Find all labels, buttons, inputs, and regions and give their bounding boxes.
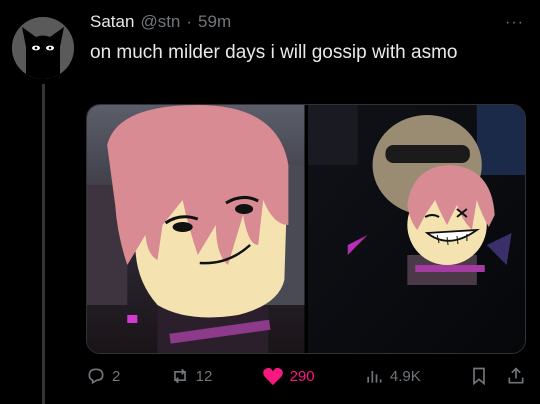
bookmark-button[interactable] xyxy=(470,366,488,386)
cat-avatar-icon xyxy=(12,17,74,79)
media-photo-2[interactable] xyxy=(307,105,525,353)
share-button[interactable] xyxy=(506,366,526,386)
like-count: 290 xyxy=(289,367,315,385)
bookmark-icon xyxy=(473,367,485,386)
reply-count: 2 xyxy=(112,367,121,385)
edited-selfie-image xyxy=(87,105,305,353)
media-photo-1[interactable] xyxy=(87,105,305,353)
thread-line xyxy=(42,84,45,404)
heart-filled-icon xyxy=(262,367,283,386)
repost-icon xyxy=(173,368,186,384)
views-button[interactable]: 4.9K xyxy=(364,366,421,386)
analytics-icon xyxy=(367,371,382,383)
right-actions xyxy=(470,366,526,386)
like-button[interactable]: 290 xyxy=(262,366,315,386)
action-bar: 2 12 290 4.9K xyxy=(86,362,526,390)
author-name[interactable]: Satan xyxy=(90,12,134,32)
tweet-header: Satan @stn · 59m xyxy=(90,12,231,36)
reply-icon xyxy=(88,368,104,385)
tweet-text: on much milder days i will gossip with a… xyxy=(90,42,458,63)
avatar[interactable] xyxy=(12,17,74,79)
tweet[interactable]: Satan @stn · 59m ··· on much milder days… xyxy=(0,0,540,404)
edited-selfie-image xyxy=(307,105,525,353)
author-handle[interactable]: @stn xyxy=(140,12,180,32)
more-options-icon[interactable]: ··· xyxy=(505,14,524,32)
reply-button[interactable]: 2 xyxy=(86,366,120,386)
media-grid xyxy=(86,104,526,354)
repost-button[interactable]: 12 xyxy=(170,366,213,386)
separator-dot: · xyxy=(186,12,193,31)
repost-count: 12 xyxy=(195,367,213,385)
timestamp[interactable]: 59m xyxy=(198,12,231,32)
view-count: 4.9K xyxy=(389,367,421,385)
share-icon xyxy=(508,367,524,384)
